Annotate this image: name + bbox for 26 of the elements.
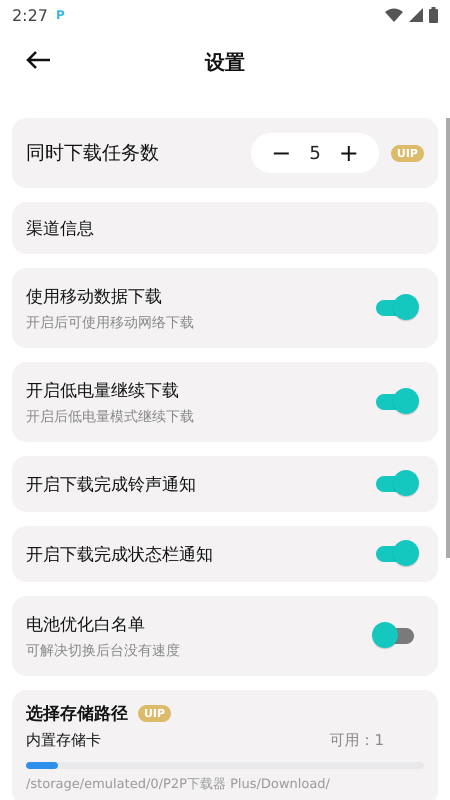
setting-label: 同时下载任务数 bbox=[26, 141, 159, 166]
stepper-value: 5 bbox=[309, 142, 321, 164]
setting-label: 电池优化白名单 bbox=[26, 614, 146, 636]
setting-label: 开启下载完成铃声通知 bbox=[26, 474, 197, 496]
setting-hint: 可解决切换后台没有速度 bbox=[26, 642, 181, 660]
setting-label: 开启下载完成状态栏通知 bbox=[26, 544, 214, 566]
wifi-icon bbox=[385, 8, 403, 22]
minus-button[interactable]: − bbox=[271, 139, 292, 167]
channel-info-item[interactable]: 渠道信息 bbox=[12, 202, 438, 254]
setting-label: 使用移动数据下载 bbox=[26, 286, 163, 308]
notification-letter: P bbox=[56, 8, 65, 22]
vip-badge: UIP bbox=[138, 705, 172, 722]
back-arrow-icon[interactable] bbox=[25, 50, 51, 70]
battery-icon bbox=[429, 7, 438, 23]
page-title: 设置 bbox=[205, 48, 245, 76]
status-time: 2:27 bbox=[12, 6, 48, 24]
storage-path: /storage/emulated/0/P2P下载器 Plus/Download/ bbox=[26, 776, 331, 793]
setting-label: 开启低电量继续下载 bbox=[26, 380, 180, 402]
plus-button[interactable]: + bbox=[338, 139, 359, 167]
vip-badge: UIP bbox=[390, 144, 424, 162]
setting-hint: 开启后可使用移动网络下载 bbox=[26, 314, 195, 332]
signal-icon bbox=[409, 8, 423, 22]
storage-name: 内置存储卡 bbox=[26, 731, 101, 750]
section-title: 选择存储路径 bbox=[26, 703, 128, 725]
available-space: 可用：1 bbox=[329, 731, 384, 750]
setting-hint: 开启后低电量模式继续下载 bbox=[26, 408, 195, 426]
